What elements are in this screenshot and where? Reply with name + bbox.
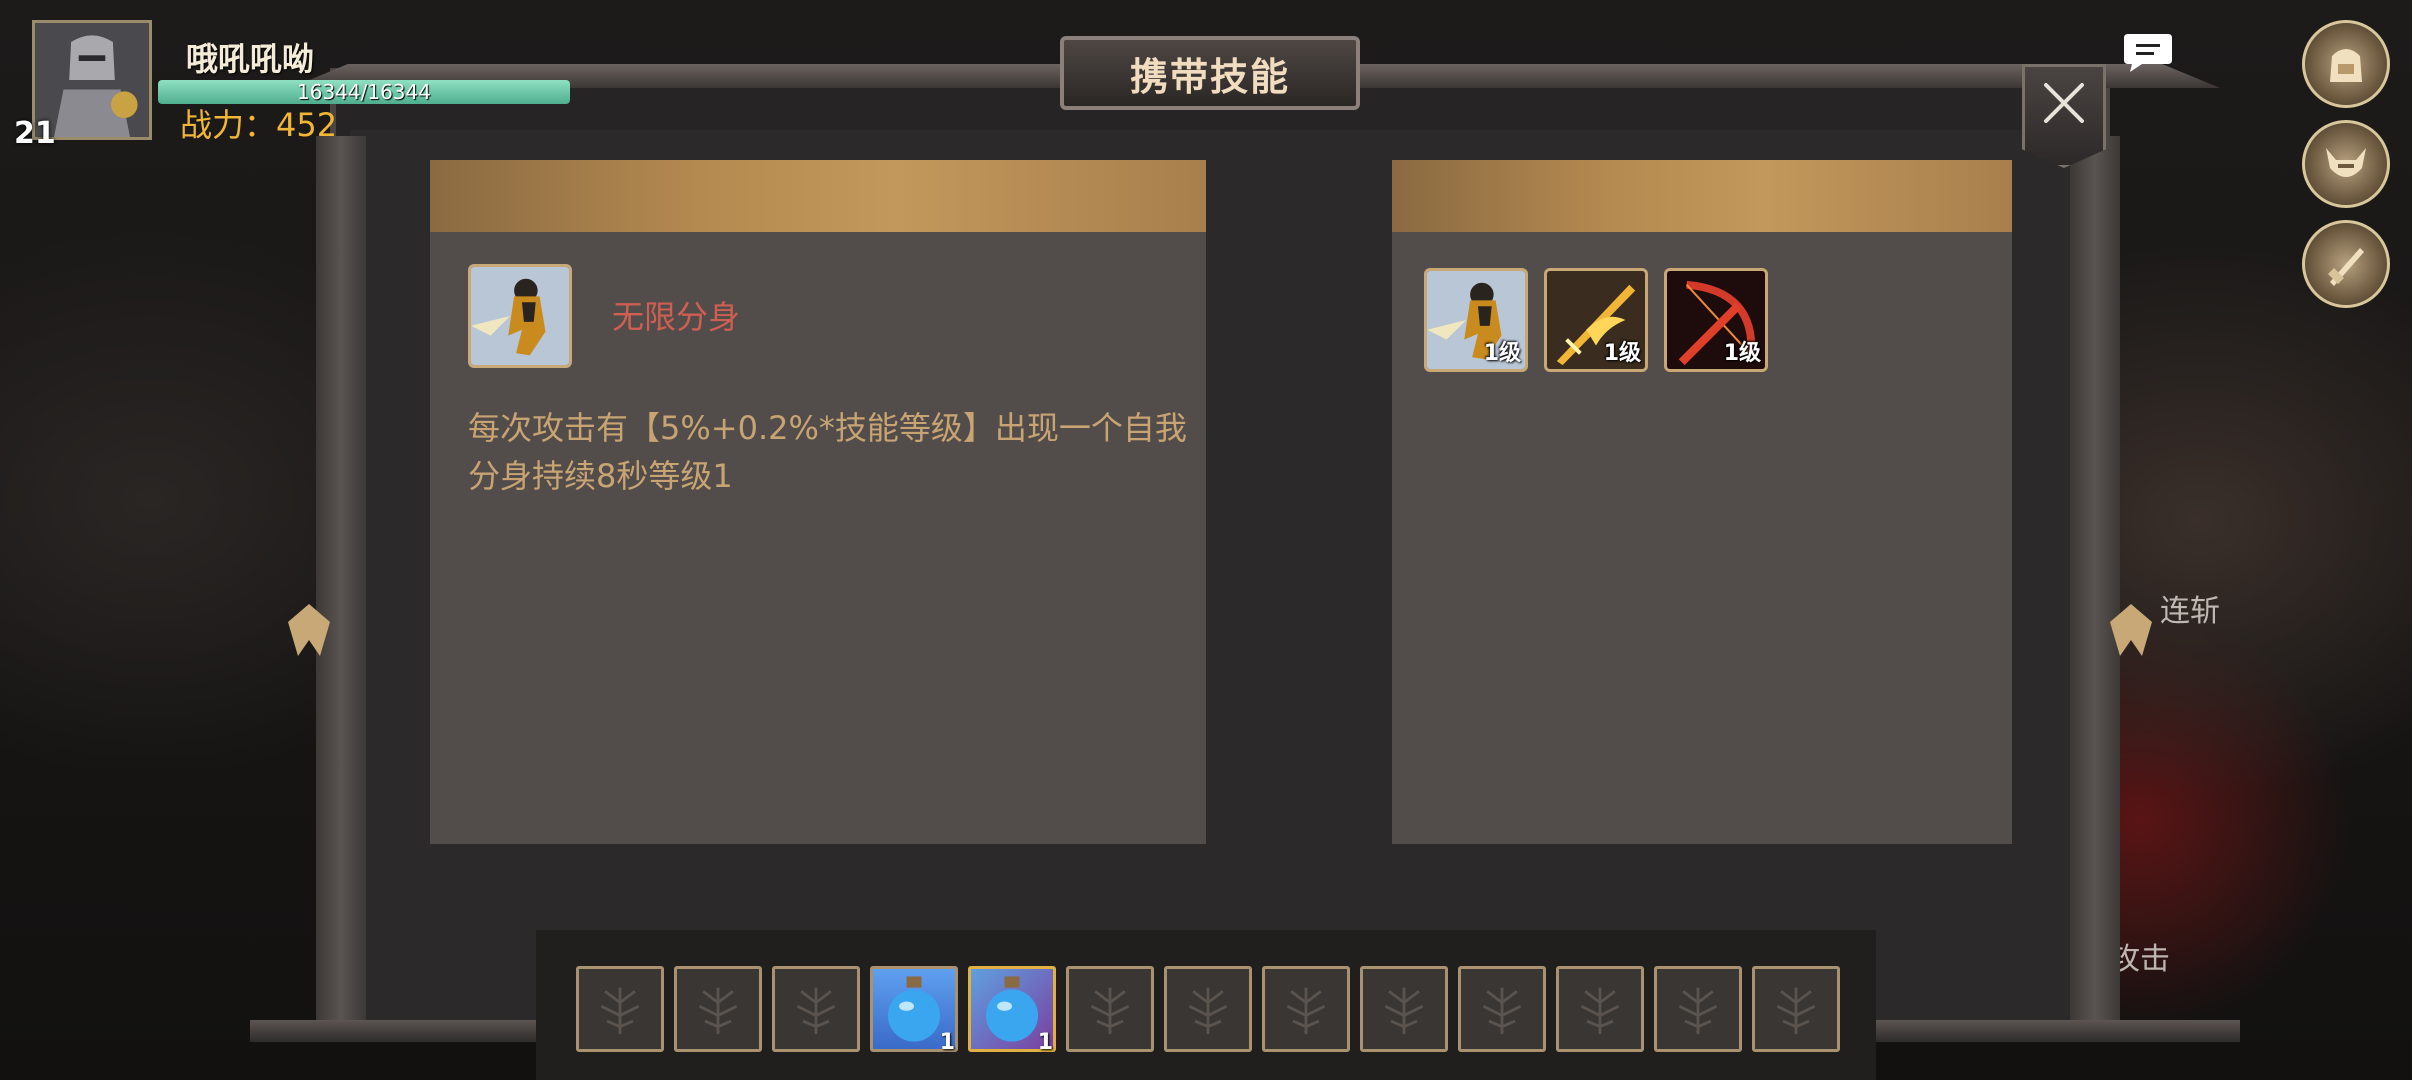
shadow-clone-icon bbox=[471, 267, 569, 365]
carried-skill-1[interactable]: 1级 bbox=[1424, 268, 1528, 372]
item-slot[interactable] bbox=[1752, 966, 1840, 1052]
item-slot[interactable] bbox=[1262, 966, 1350, 1052]
power-value: 452 bbox=[276, 106, 338, 144]
right-pillar bbox=[2070, 136, 2120, 1026]
empty-slot-icon bbox=[1090, 987, 1130, 1035]
right-ornament-icon bbox=[2110, 604, 2152, 656]
player-name: 哦吼吼呦 bbox=[186, 40, 315, 78]
selected-skill-icon bbox=[468, 264, 572, 368]
carried-skills-panel bbox=[1392, 160, 2012, 844]
empty-slot-icon bbox=[1482, 987, 1522, 1035]
item-slot[interactable]: 1 bbox=[870, 966, 958, 1055]
item-count: 1 bbox=[1037, 1030, 1053, 1055]
selected-skill-description: 每次攻击有【5%+0.2%*技能等级】出现一个自我分身持续8秒等级1 bbox=[468, 409, 1187, 495]
backpack-icon bbox=[2330, 49, 2362, 82]
item-slot[interactable] bbox=[1066, 966, 1154, 1052]
carried-skill-2[interactable]: 1级 bbox=[1544, 268, 1648, 372]
empty-slot-icon bbox=[600, 987, 640, 1035]
item-slot[interactable]: 1 bbox=[968, 966, 1056, 1055]
sword-hand-icon bbox=[2328, 248, 2364, 286]
combo-label: 连斩 bbox=[2160, 594, 2220, 629]
item-slot[interactable] bbox=[1164, 966, 1252, 1052]
item-slot[interactable] bbox=[1654, 966, 1742, 1052]
item-slot[interactable] bbox=[1458, 966, 1546, 1052]
dialog-title: 携带技能 bbox=[1129, 53, 1290, 99]
horned-helmet-icon bbox=[2326, 148, 2366, 177]
skill-level-badge: 1级 bbox=[1723, 341, 1761, 366]
selected-skill-name: 无限分身 bbox=[612, 298, 741, 336]
inventory-button[interactable] bbox=[2302, 20, 2390, 108]
empty-slot-icon bbox=[1678, 987, 1718, 1035]
close-icon bbox=[2044, 83, 2084, 123]
left-pillar bbox=[316, 136, 366, 1026]
empty-slot-icon bbox=[1776, 987, 1816, 1035]
carried-skill-3[interactable]: 1级 bbox=[1664, 268, 1768, 372]
item-slot[interactable] bbox=[772, 966, 860, 1052]
item-slot[interactable] bbox=[674, 966, 762, 1052]
close-button[interactable] bbox=[2022, 64, 2106, 168]
item-slot[interactable] bbox=[1556, 966, 1644, 1052]
chat-button[interactable] bbox=[2122, 30, 2174, 74]
item-slot[interactable] bbox=[576, 966, 664, 1052]
dialog-title-plate: 携带技能 bbox=[1060, 36, 1360, 110]
left-ornament-icon bbox=[288, 604, 330, 656]
skills-button[interactable] bbox=[2302, 220, 2390, 308]
character-button[interactable] bbox=[2302, 120, 2390, 208]
skill-level-badge: 1级 bbox=[1603, 341, 1641, 366]
empty-slot-icon bbox=[1580, 987, 1620, 1035]
item-count: 1 bbox=[939, 1030, 955, 1055]
skill-detail-panel bbox=[430, 160, 1206, 844]
power-label: 战力： bbox=[180, 106, 277, 144]
chat-bubble-icon bbox=[2124, 34, 2172, 72]
skill-level-badge: 1级 bbox=[1483, 341, 1521, 366]
empty-slot-icon bbox=[1188, 987, 1228, 1035]
carried-skills-header bbox=[1392, 160, 2012, 232]
player-level: 21 bbox=[14, 116, 56, 151]
empty-slot-icon bbox=[1384, 987, 1424, 1035]
combat-power: 战力：452 bbox=[180, 100, 337, 146]
empty-slot-icon bbox=[698, 987, 738, 1035]
item-slot[interactable] bbox=[1360, 966, 1448, 1052]
empty-slot-icon bbox=[796, 987, 836, 1035]
empty-slot-icon bbox=[1286, 987, 1326, 1035]
skill-detail-header bbox=[430, 160, 1206, 232]
